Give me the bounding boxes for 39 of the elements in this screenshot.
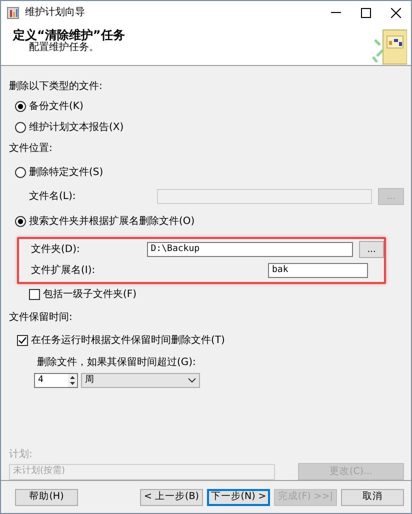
app-icon — [7, 6, 19, 18]
chevron-down-icon — [188, 378, 196, 383]
radio-button[interactable] — [15, 166, 26, 178]
field-label: 文件扩展名(I): — [31, 264, 96, 278]
checkbox-label: 在任务运行时根据文件保留时间删除文件(T) — [31, 334, 225, 348]
section-label: 文件位置: — [9, 142, 54, 156]
option-label: 搜索文件夹并根据扩展名删除文件(O) — [29, 214, 195, 228]
checkbox-label: 包括一级子文件夹(F) — [43, 288, 137, 302]
browse-button[interactable]: ... — [359, 241, 384, 258]
wizard-button[interactable]: 取消 — [341, 488, 404, 506]
window-title: 维护计划向导 — [25, 6, 85, 20]
unit-dropdown[interactable]: 周 — [81, 373, 200, 388]
checkbox[interactable] — [17, 334, 28, 346]
radio-button[interactable] — [15, 216, 26, 226]
checkbox[interactable] — [29, 289, 40, 300]
page-title: 定义“清除维护”任务 — [13, 28, 125, 42]
wizard-button[interactable]: < 上一步(B) — [140, 488, 203, 506]
field-label: 文件名(L): — [29, 190, 77, 204]
number-spinner[interactable]: 4 — [34, 373, 78, 388]
input-field[interactable]: bak — [268, 263, 368, 278]
page-subtitle: 配置维护任务。 — [28, 42, 100, 54]
section-label: 文件保留时间: — [9, 310, 74, 324]
section-label: 计划: — [9, 448, 34, 462]
wizard-button[interactable]: 下一步(N) > — [207, 488, 270, 506]
wizard-drawing — [369, 28, 407, 66]
schedule-field: 未计划(按需) — [9, 464, 275, 480]
radio-button[interactable] — [15, 101, 26, 112]
input-field[interactable]: D:\Backup — [146, 242, 354, 257]
radio-button[interactable] — [15, 122, 26, 133]
wizard-button[interactable]: 帮助(H) — [15, 488, 78, 506]
section-label: 删除以下类型的文件: — [9, 80, 104, 94]
field-label: 文件夹(D): — [31, 242, 81, 257]
dropdown-value: 周 — [85, 374, 94, 387]
spinner-value: 4 — [38, 374, 44, 387]
option-label: 维护计划文本报告(X) — [29, 120, 124, 135]
spin-arrows-icon[interactable] — [68, 374, 77, 387]
option-label: 删除特定文件(S) — [29, 166, 104, 180]
option-label: 备份文件(K) — [29, 100, 84, 114]
field-label: 删除文件，如果其保留时间超过(G): — [36, 356, 196, 370]
